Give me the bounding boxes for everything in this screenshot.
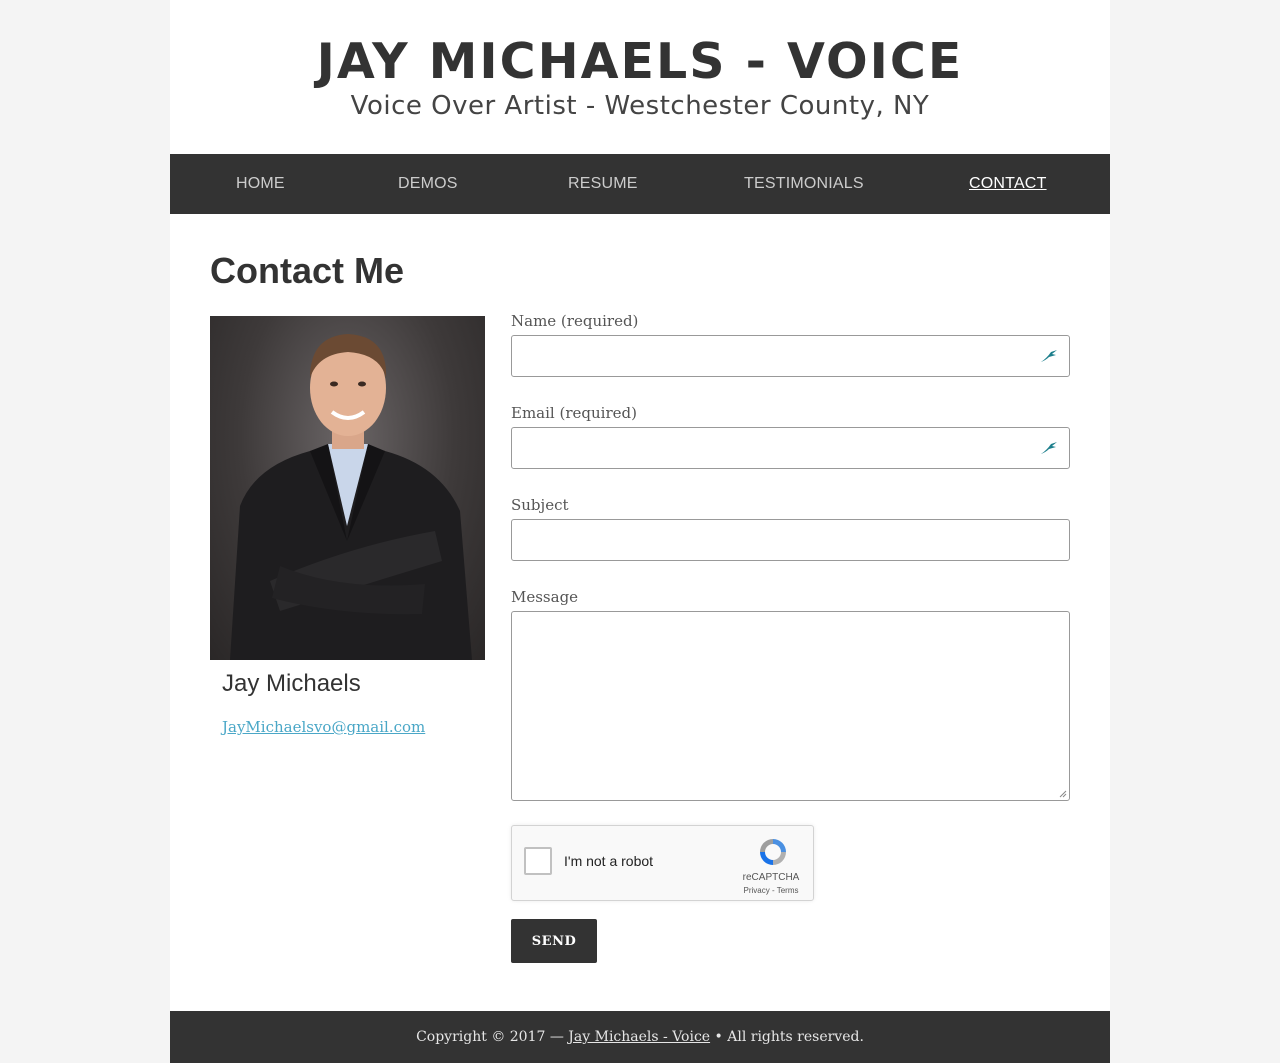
subject-field-label: Subject: [511, 496, 569, 514]
nav-item-home[interactable]: HOME: [236, 154, 285, 214]
main-nav: HOME DEMOS RESUME TESTIMONIALS CONTACT: [170, 154, 1110, 214]
page-container: JAY MICHAELS - VOICE Voice Over Artist -…: [170, 0, 1110, 1063]
email-field[interactable]: [511, 427, 1070, 469]
footer-rights: • All rights reserved.: [714, 1029, 864, 1045]
name-field-label: Name (required): [511, 312, 639, 330]
recaptcha-brand: reCAPTCHA: [742, 872, 800, 883]
footer-copyright: Copyright © 2017 —: [416, 1029, 564, 1045]
contact-form: Name (required) Email (required) Subject…: [511, 310, 1070, 963]
recaptcha-widget: I'm not a robot reCAPTCHA Privacy - Term…: [511, 825, 814, 901]
profile-name: Jay Michaels: [222, 670, 361, 697]
message-textarea[interactable]: [511, 611, 1070, 801]
autofill-icon[interactable]: [1039, 440, 1059, 456]
recaptcha-label: I'm not a robot: [564, 853, 654, 869]
recaptcha-links[interactable]: Privacy - Terms: [741, 886, 801, 895]
page-title: Contact Me: [210, 250, 405, 291]
site-tagline: Voice Over Artist - Westchester County, …: [350, 91, 930, 121]
subject-field[interactable]: [511, 519, 1070, 561]
recaptcha-checkbox[interactable]: [524, 847, 552, 875]
autofill-icon[interactable]: [1039, 348, 1059, 364]
nav-item-resume[interactable]: RESUME: [568, 154, 638, 214]
profile-photo: [210, 316, 485, 660]
nav-item-demos[interactable]: DEMOS: [398, 154, 458, 214]
footer-site-link[interactable]: Jay Michaels - Voice: [568, 1029, 710, 1045]
nav-item-testimonials[interactable]: TESTIMONIALS: [744, 154, 864, 214]
portrait-illustration: [230, 334, 472, 660]
profile-email-link[interactable]: JayMichaelsvo@gmail.com: [222, 718, 425, 736]
resize-handle-icon[interactable]: [1059, 790, 1067, 798]
recaptcha-logo-icon: [760, 839, 786, 865]
site-header: JAY MICHAELS - VOICE Voice Over Artist -…: [170, 0, 1110, 154]
email-field-label: Email (required): [511, 404, 637, 422]
message-field-label: Message: [511, 588, 579, 606]
site-title[interactable]: JAY MICHAELS - VOICE: [170, 0, 1110, 90]
site-footer: Copyright © 2017 — Jay Michaels - Voice …: [170, 1011, 1110, 1063]
nav-item-contact[interactable]: CONTACT: [969, 154, 1047, 214]
send-button[interactable]: SEND: [511, 919, 597, 963]
name-field[interactable]: [511, 335, 1070, 377]
